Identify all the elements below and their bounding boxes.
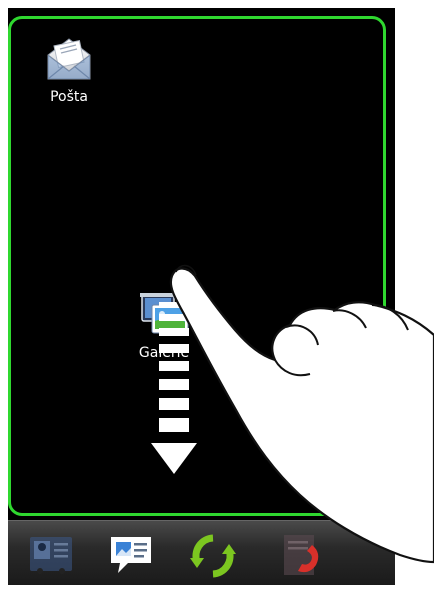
phone-screen: Pošta Galerie: [8, 8, 395, 585]
app-gallery-label: Galerie: [138, 345, 190, 361]
contacts-icon: [30, 537, 72, 574]
app-mail[interactable]: Pošta: [41, 35, 97, 105]
messages-icon: [111, 537, 151, 573]
app-gallery[interactable]: Galerie: [129, 291, 199, 361]
dock-sync[interactable]: [188, 531, 238, 581]
app-mail-label: Pošta: [50, 89, 88, 105]
phone-icon: [284, 535, 319, 575]
home-screen-panel: Pošta Galerie: [8, 16, 386, 516]
sync-icon: [190, 534, 236, 578]
dock-contacts[interactable]: [26, 531, 76, 581]
dock-bar: [8, 520, 395, 585]
dock-messages[interactable]: [106, 531, 156, 581]
gallery-icon: [140, 293, 189, 334]
mail-envelope-icon: [47, 38, 91, 80]
dock-phone[interactable]: [276, 531, 326, 581]
